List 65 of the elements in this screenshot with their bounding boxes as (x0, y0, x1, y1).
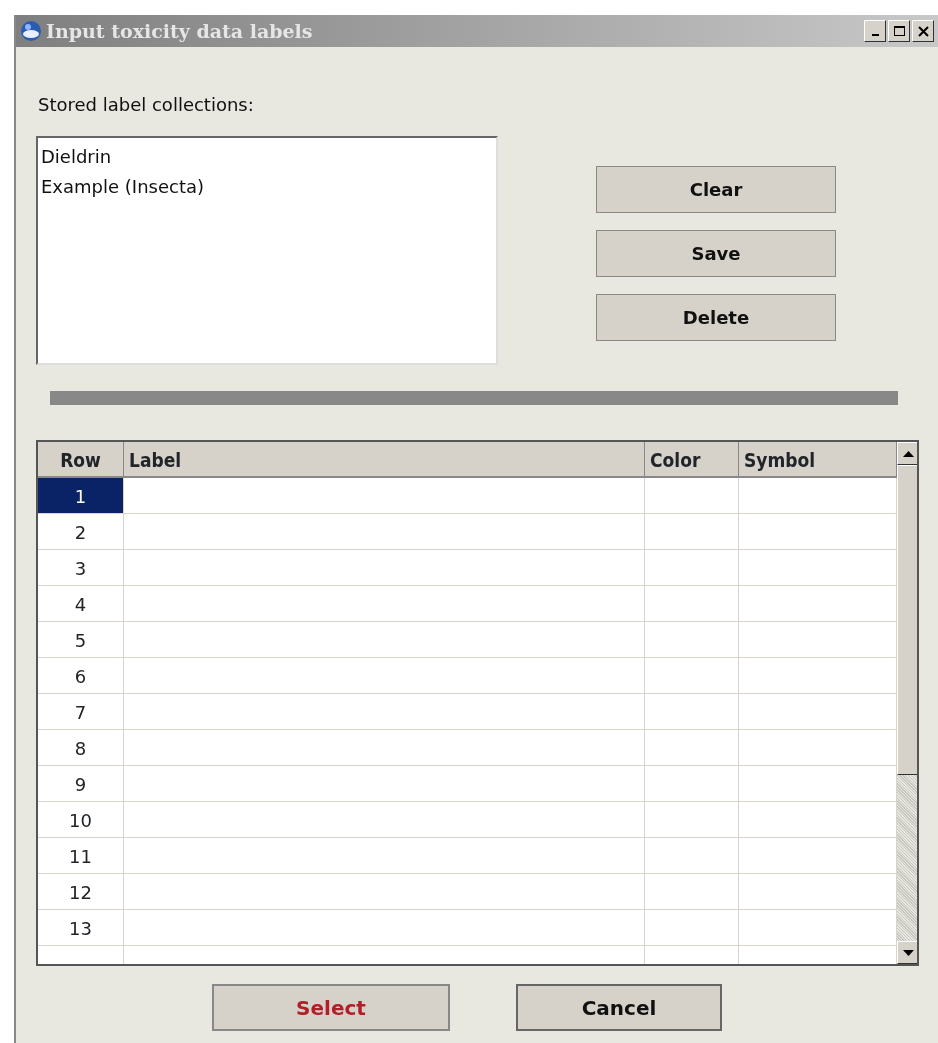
row-number[interactable]: 2 (38, 514, 124, 550)
row-number[interactable]: 3 (38, 550, 124, 586)
row-number[interactable]: 4 (38, 586, 124, 622)
up-arrow-icon (903, 450, 914, 457)
table-cell[interactable] (124, 586, 645, 622)
minimize-button[interactable] (864, 20, 886, 42)
table-cell[interactable] (124, 478, 645, 514)
table-cell[interactable] (645, 730, 739, 766)
table-cell[interactable] (645, 622, 739, 658)
collections-label: Stored label collections: (38, 93, 254, 117)
table-cell[interactable] (645, 514, 739, 550)
window-title: Input toxicity data labels (46, 18, 313, 44)
row-number[interactable]: 13 (38, 910, 124, 946)
maximize-icon (892, 24, 906, 38)
table-cell[interactable] (124, 838, 645, 874)
close-icon (916, 24, 930, 38)
table-cell[interactable] (645, 478, 739, 514)
table-cell[interactable] (645, 694, 739, 730)
table-cell[interactable] (124, 766, 645, 802)
table-cell[interactable] (124, 874, 645, 910)
table-cell[interactable] (645, 910, 739, 946)
column-header[interactable]: Color (645, 442, 739, 478)
row-number[interactable]: 11 (38, 838, 124, 874)
table-cell[interactable] (645, 838, 739, 874)
select-button[interactable]: Select (212, 984, 450, 1031)
list-item[interactable]: Example (Insecta) (41, 172, 493, 202)
list-item[interactable]: Dieldrin (41, 142, 493, 172)
table-cell[interactable] (645, 766, 739, 802)
table-cell[interactable] (124, 694, 645, 730)
table-cell[interactable] (124, 802, 645, 838)
table-cell[interactable] (645, 658, 739, 694)
down-arrow-icon (903, 949, 914, 956)
row-number[interactable]: 9 (38, 766, 124, 802)
table-cell[interactable] (645, 586, 739, 622)
row-number[interactable]: 1 (38, 478, 124, 514)
table-cell[interactable] (124, 622, 645, 658)
column-header[interactable]: Label (124, 442, 645, 478)
maximize-button[interactable] (888, 20, 910, 42)
table-cell[interactable] (124, 658, 645, 694)
action-button[interactable]: Save (596, 230, 836, 277)
action-button[interactable]: Clear (596, 166, 836, 213)
action-button[interactable]: Delete (596, 294, 836, 341)
table-cell[interactable] (645, 550, 739, 586)
row-number[interactable]: 10 (38, 802, 124, 838)
table-cell[interactable] (645, 874, 739, 910)
table-cell[interactable] (124, 550, 645, 586)
scroll-thumb[interactable] (897, 465, 917, 775)
scroll-up-button[interactable] (897, 442, 917, 465)
row-number[interactable]: 7 (38, 694, 124, 730)
table-cell[interactable] (124, 730, 645, 766)
table-cell[interactable] (124, 910, 645, 946)
close-button[interactable] (912, 20, 934, 42)
table-cell[interactable] (645, 802, 739, 838)
row-number[interactable]: 8 (38, 730, 124, 766)
collections-list[interactable]: Dieldrin Example (Insecta) (36, 136, 498, 365)
row-number[interactable]: 12 (38, 874, 124, 910)
scrollbar[interactable] (897, 442, 917, 964)
cancel-button[interactable]: Cancel (516, 984, 722, 1031)
row-number[interactable]: 6 (38, 658, 124, 694)
column-header[interactable]: Row (38, 442, 124, 478)
scroll-down-button[interactable] (897, 941, 917, 964)
table-cell[interactable] (124, 514, 645, 550)
row-number[interactable]: 5 (38, 622, 124, 658)
minimize-icon (871, 34, 879, 36)
column-header[interactable]: Symbol (739, 442, 897, 478)
